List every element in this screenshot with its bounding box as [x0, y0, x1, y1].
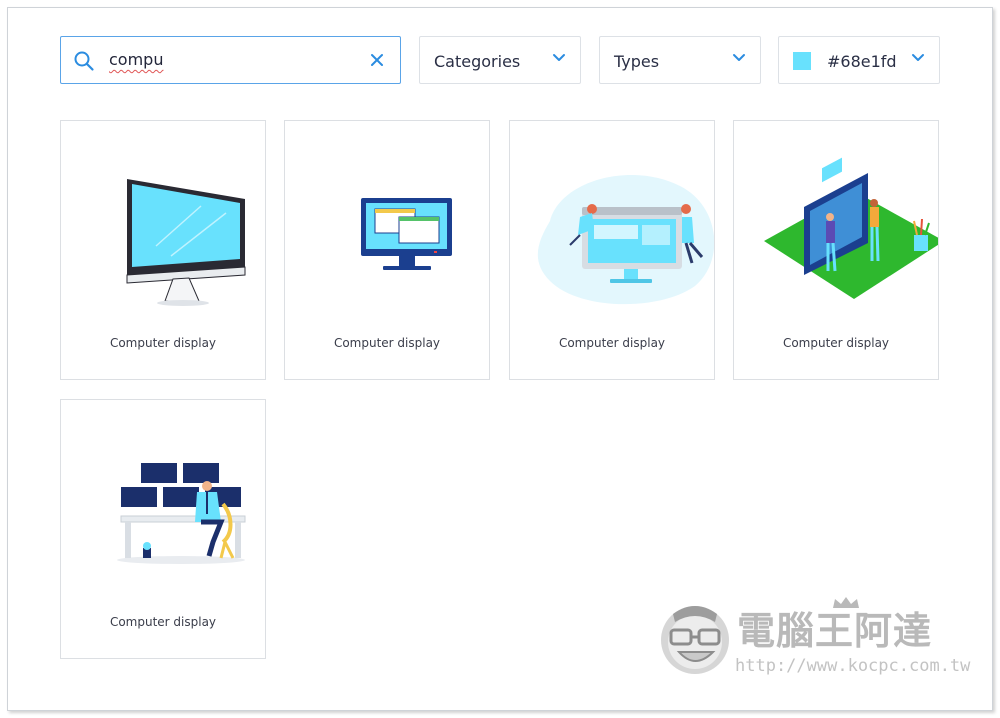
monitor-wall-illustration — [117, 463, 246, 564]
card-caption: Computer display — [109, 336, 217, 350]
watermark-brand: 電腦王阿達 — [737, 609, 933, 653]
watermark: 電腦王阿達 http://www.kocpc.com.tw — [655, 596, 970, 684]
watermark-url: http://www.kocpc.com.tw — [735, 656, 971, 676]
chevron-down-icon — [912, 54, 924, 61]
mascot-logo-icon — [661, 606, 729, 674]
search-toolbar: compu Categories Types #68e1fd — [60, 36, 940, 84]
types-dropdown[interactable]: Types — [599, 36, 761, 84]
card-caption: Computer display — [109, 615, 217, 629]
imac-monitor-illustration — [126, 179, 246, 306]
categories-label: Categories — [434, 52, 521, 71]
color-dropdown[interactable]: #68e1fd — [778, 36, 940, 84]
chevron-down-icon — [553, 54, 565, 61]
result-card[interactable]: Computer display — [509, 120, 715, 380]
desktop-monitor-illustration — [361, 198, 452, 270]
people-around-monitor-illustration — [537, 175, 714, 305]
search-box[interactable]: compu — [60, 36, 401, 84]
chevron-down-icon — [733, 54, 745, 61]
types-label: Types — [614, 52, 660, 71]
card-caption: Computer display — [333, 336, 441, 350]
categories-dropdown[interactable]: Categories — [419, 36, 581, 84]
result-card[interactable]: Computer display — [60, 120, 266, 380]
color-swatch — [793, 52, 811, 70]
card-caption: Computer display — [558, 336, 666, 350]
isometric-screen-illustration — [764, 157, 938, 299]
result-card[interactable]: Computer display — [733, 120, 939, 380]
card-caption: Computer display — [782, 336, 890, 350]
search-icon — [74, 51, 94, 71]
result-card[interactable]: Computer display — [60, 399, 266, 659]
close-icon[interactable] — [368, 51, 386, 69]
search-input[interactable]: compu — [109, 50, 163, 69]
result-card[interactable]: Computer display — [284, 120, 490, 380]
color-value: #68e1fd — [827, 52, 897, 71]
